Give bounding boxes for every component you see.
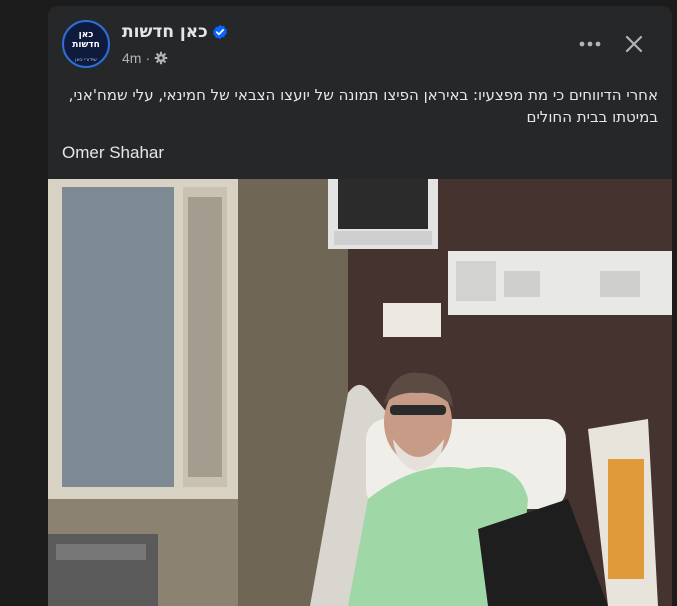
close-icon bbox=[625, 35, 643, 53]
avatar[interactable]: כאן חדשות שידורי כאן bbox=[62, 20, 110, 68]
verified-badge-icon bbox=[213, 24, 227, 40]
photo-illustration bbox=[48, 179, 672, 606]
more-options-button[interactable] bbox=[574, 28, 606, 60]
gear-icon[interactable] bbox=[154, 51, 168, 65]
avatar-subtext: שידורי כאן bbox=[75, 57, 97, 63]
post-author-credit: Omer Shahar bbox=[62, 143, 165, 162]
post-header: כאן חדשות שידורי כאן כאן חדשות 4m · bbox=[48, 6, 672, 82]
avatar-logo: כאן חדשות bbox=[72, 30, 100, 50]
page-name-link[interactable]: כאן חדשות bbox=[122, 22, 208, 42]
close-button[interactable] bbox=[618, 28, 650, 60]
post-body-text: אחרי הדיווחים כי מת מפצעיו: באיראן הפיצו… bbox=[68, 86, 658, 126]
more-icon bbox=[579, 41, 601, 47]
post-time[interactable]: 4m bbox=[122, 50, 141, 66]
hospital-photo[interactable] bbox=[48, 179, 672, 606]
post-card: כאן חדשות שידורי כאן כאן חדשות 4m · אחרי… bbox=[48, 6, 672, 606]
window-pane bbox=[62, 187, 174, 487]
meta-separator: · bbox=[145, 50, 151, 66]
post-meta: 4m · bbox=[122, 50, 168, 66]
